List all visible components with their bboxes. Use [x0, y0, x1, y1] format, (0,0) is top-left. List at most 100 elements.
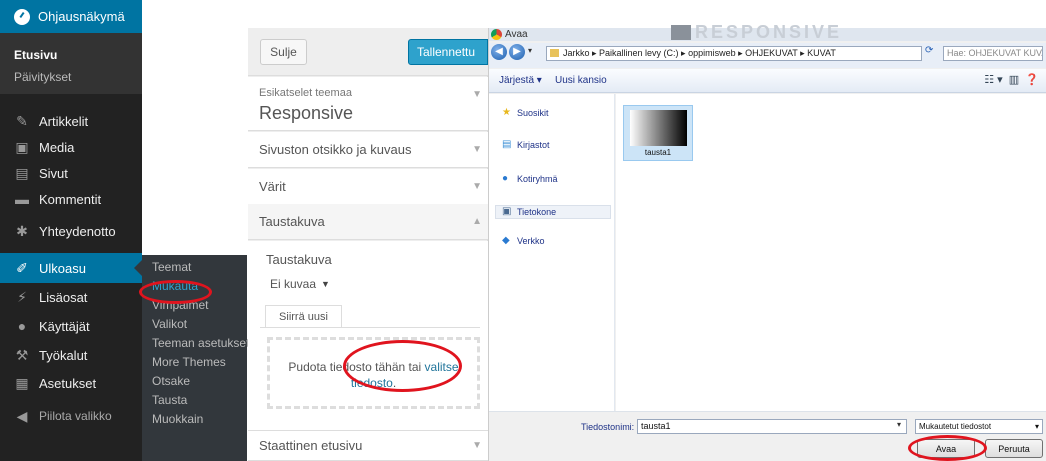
submenu-item-editor[interactable]: Muokkain — [142, 410, 247, 429]
submenu-item-widgets[interactable]: Vimpaimet — [142, 296, 247, 315]
section-label: Taustakuva — [259, 214, 325, 229]
file-item[interactable]: tausta1 — [623, 105, 693, 161]
submenu-item-updates[interactable]: Päivitykset — [14, 70, 142, 92]
dialog-toolbar: Järjestä ▾ Uusi kansio ☷ ▾ ▥ ❓ — [489, 69, 1046, 93]
tab-upload-new[interactable]: Siirrä uusi — [265, 305, 342, 327]
settings-icon: ▦ — [15, 375, 29, 391]
dropzone-text: Pudota tiedosto tähän tai — [288, 360, 422, 374]
filename-input[interactable]: tausta1 — [637, 419, 907, 434]
submenu-item-background[interactable]: Tausta — [142, 391, 247, 410]
folder-icon — [550, 49, 559, 57]
nav-computer[interactable]: ▣ Tietokone — [495, 205, 611, 219]
chevron-down-icon: ▾ — [1034, 422, 1039, 431]
sidebar-item-settings[interactable]: ▦ Asetukset — [0, 368, 142, 398]
filename-label: Tiedostonimi: — [581, 422, 635, 432]
sidebar-item-tools[interactable]: ⚒ Työkalut — [0, 340, 142, 370]
sidebar-item-label: Asetukset — [39, 375, 97, 391]
sidebar-item-label: Media — [39, 139, 75, 155]
background-image-section-body: Taustakuva Ei kuvaa ▼ Siirrä uusi Pudota… — [248, 241, 488, 431]
nav-label: Suosikit — [517, 108, 549, 118]
sidebar-item-label: Yhteydenotto — [39, 223, 116, 239]
star-icon: ★ — [502, 107, 511, 118]
theme-info[interactable]: Esikatselet teemaa Responsive ▼ — [248, 77, 488, 131]
no-image-select[interactable]: Ei kuvaa ▼ — [270, 277, 330, 291]
file-open-dialog: Avaa RESPONSIVE ◀ ▶ ▾ Jarkko ▸ Paikallin… — [488, 23, 1046, 461]
contact-icon: ✱ — [16, 223, 28, 239]
dialog-footer: Tiedostonimi: tausta1 ▾ Mukautetut tiedo… — [489, 411, 1046, 461]
chevron-down-icon: ▼ — [472, 89, 482, 100]
forward-icon[interactable]: ▶ — [509, 44, 525, 60]
collapse-menu-button[interactable]: ◀ Piilota valikko — [0, 401, 142, 431]
dashboard-submenu: Etusivu Päivitykset — [0, 33, 142, 94]
sidebar-item-plugins[interactable]: ⚡ Lisäosat — [0, 282, 142, 312]
comment-icon: ▬ — [15, 191, 29, 207]
file-type-select[interactable]: Mukautetut tiedostot ▾ — [915, 419, 1043, 434]
section-label: Staattinen etusivu — [259, 438, 363, 453]
section-site-title[interactable]: Sivuston otsikko ja kuvaus ▼ — [248, 132, 488, 168]
preview-label: Esikatselet teemaa — [259, 87, 352, 99]
dialog-search-input[interactable]: Hae: OHJEKUVAT KUVAT — [943, 46, 1043, 61]
chevron-down-icon: ▼ — [472, 144, 482, 155]
file-thumbnail — [630, 110, 687, 146]
background-image-label: Taustakuva — [266, 252, 332, 267]
dialog-titlebar: Avaa RESPONSIVE — [489, 23, 1046, 41]
submenu-item-theme-options[interactable]: Teeman asetukset — [142, 334, 249, 353]
sidebar-item-label: Käyttäjät — [39, 318, 90, 334]
library-icon: ▤ — [502, 139, 512, 150]
section-static-front-page[interactable]: Staattinen etusivu ▼ — [248, 431, 488, 461]
view-options-icon[interactable]: ☷ ▾ ▥ ❓ — [984, 73, 1039, 86]
submenu-item-themes[interactable]: Teemat — [142, 258, 247, 277]
address-bar[interactable]: Jarkko ▸ Paikallinen levy (C:) ▸ oppimis… — [546, 46, 922, 61]
theme-name: Responsive — [259, 103, 354, 123]
submenu-item-home[interactable]: Etusivu — [14, 48, 142, 70]
chevron-down-icon: ▼ — [472, 181, 482, 192]
dialog-title: Avaa — [505, 29, 528, 40]
sidebar-item-appearance[interactable]: ✐ Ulkoasu — [0, 253, 142, 283]
chevron-up-icon: ▲ — [472, 216, 482, 227]
file-dropzone[interactable]: Pudota tiedosto tähän tai valitse tiedos… — [267, 337, 480, 409]
sidebar-item-label: Ohjausnäkymä — [38, 9, 125, 24]
section-background-image[interactable]: Taustakuva ▲ — [248, 204, 488, 240]
open-button[interactable]: Avaa — [917, 439, 975, 458]
nav-libraries[interactable]: ▤ Kirjastot — [502, 139, 550, 151]
sidebar-item-label: Artikkelit — [39, 113, 89, 129]
saved-button[interactable]: Tallennettu — [408, 39, 488, 65]
submenu-item-customize[interactable]: Mukauta — [142, 277, 247, 296]
submenu-item-menus[interactable]: Valikot — [142, 315, 247, 334]
back-icon[interactable]: ◀ — [491, 44, 507, 60]
nav-homegroup[interactable]: ● Kotiryhmä — [502, 174, 558, 185]
nav-favorites[interactable]: ★ Suosikit — [502, 107, 549, 119]
dashboard-icon — [14, 8, 30, 25]
chrome-icon — [491, 29, 502, 40]
organize-button[interactable]: Järjestä ▾ — [499, 75, 542, 86]
close-button[interactable]: Sulje — [260, 39, 307, 65]
collapse-icon: ◀ — [16, 408, 28, 424]
tab-divider — [260, 327, 480, 328]
sidebar-item-contact[interactable]: ✱ Yhteydenotto — [0, 216, 142, 246]
user-icon: ● — [17, 318, 27, 334]
submenu-item-header[interactable]: Otsake — [142, 372, 247, 391]
sidebar-item-users[interactable]: ● Käyttäjät — [0, 311, 142, 341]
navigation-pane: ★ Suosikit ▤ Kirjastot ● Kotiryhmä ▣ Tie… — [489, 94, 615, 411]
sidebar-item-label: Lisäosat — [39, 289, 88, 305]
nav-network[interactable]: ◆ Verkko — [502, 235, 545, 247]
customizer-panel: Sulje Tallennettu Esikatselet teemaa Res… — [248, 28, 488, 461]
nav-label: Verkko — [517, 236, 545, 246]
nav-label: Kirjastot — [517, 140, 550, 150]
new-folder-button[interactable]: Uusi kansio — [555, 75, 607, 86]
sidebar-item-label: Työkalut — [39, 347, 88, 363]
submenu-item-label: Mukauta — [152, 279, 199, 293]
section-colors[interactable]: Värit ▼ — [248, 169, 488, 205]
submenu-item-more-themes[interactable]: More Themes — [142, 353, 247, 372]
admin-sidebar: Ohjausnäkymä Etusivu Päivitykset ✎ Artik… — [0, 0, 142, 461]
appearance-submenu: Teemat Mukauta Vimpaimet Valikot Teeman … — [142, 255, 249, 461]
cancel-button[interactable]: Peruuta — [985, 439, 1043, 458]
history-dropdown-icon[interactable]: ▾ — [528, 46, 532, 55]
network-icon: ◆ — [502, 235, 510, 246]
sidebar-item-comments[interactable]: ▬ Kommentit — [0, 184, 142, 214]
filename-dropdown-icon[interactable]: ▾ — [897, 420, 901, 429]
sidebar-item-dashboard[interactable]: Ohjausnäkymä — [0, 0, 142, 33]
refresh-icon[interactable]: ⟳ — [925, 45, 933, 56]
caret-down-icon: ▼ — [321, 279, 330, 289]
plugin-icon: ⚡ — [17, 289, 27, 305]
